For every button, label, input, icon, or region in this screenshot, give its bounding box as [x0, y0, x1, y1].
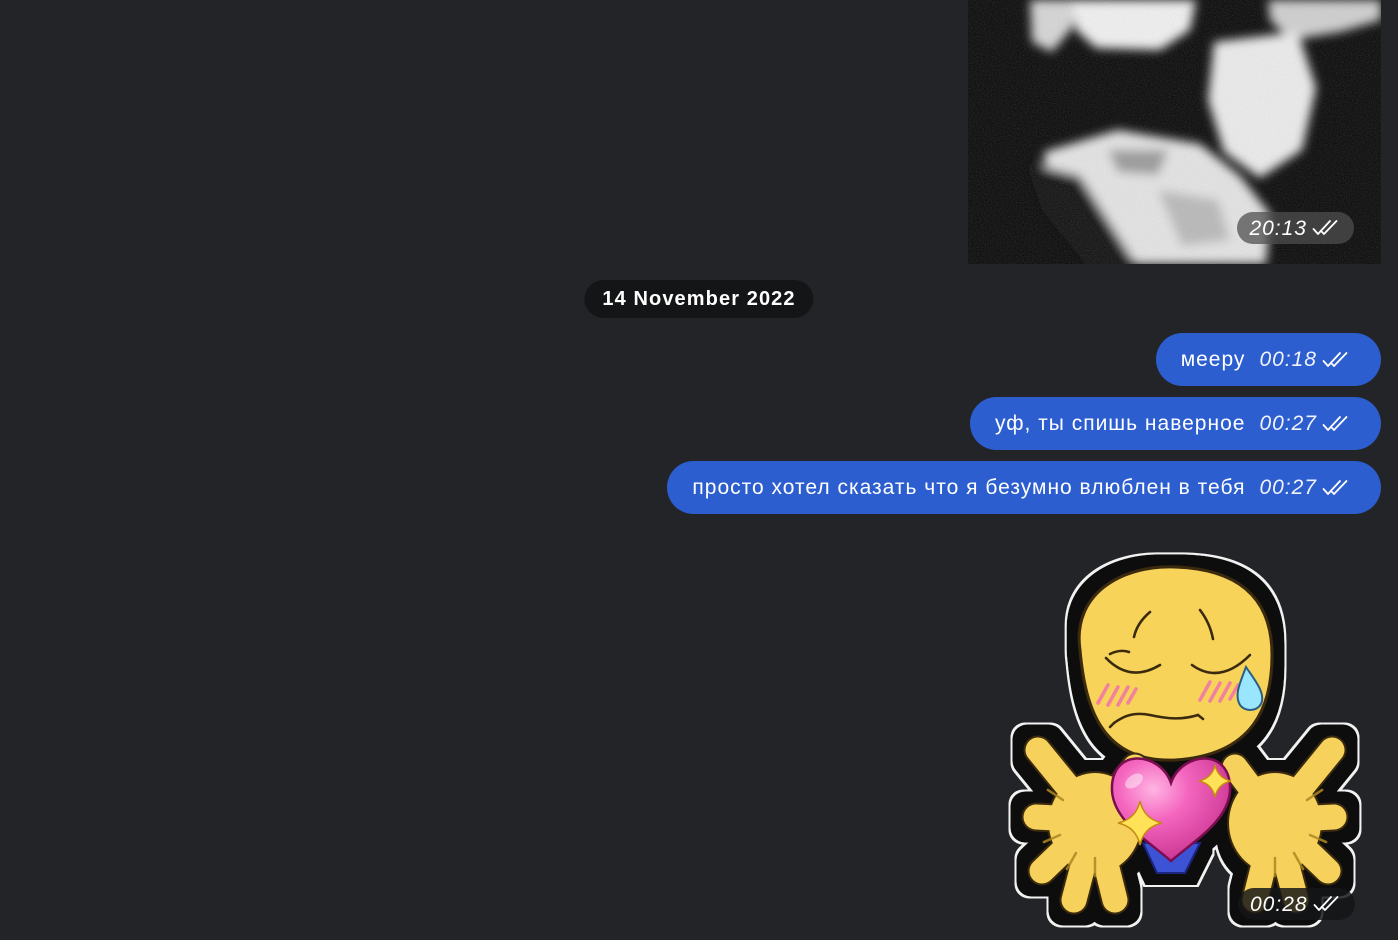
- double-check-icon: [1313, 896, 1338, 911]
- date-separator-label: 14 November 2022: [602, 288, 796, 310]
- double-check-icon: [1312, 220, 1338, 235]
- photo-timestamp-badge: 20:13: [1237, 212, 1354, 244]
- sticker-image[interactable]: [1010, 555, 1355, 925]
- message-time: 00:28: [1250, 892, 1308, 916]
- message-bubble[interactable]: просто хотел сказать что я безумно влюбл…: [667, 461, 1381, 514]
- message-text: мееру: [1180, 348, 1246, 371]
- message-text: уф, ты спишь наверное: [994, 412, 1246, 435]
- message-time: 00:18: [1259, 348, 1317, 371]
- message-bubble[interactable]: уф, ты спишь наверное 00:27: [969, 397, 1381, 450]
- chat-area[interactable]: 20:13 14 November 2022 мееру 00:18 уф, т…: [0, 0, 1398, 940]
- message-text: просто хотел сказать что я безумно влюбл…: [692, 476, 1246, 499]
- sticker-head: [1077, 565, 1274, 762]
- double-check-icon: [1322, 351, 1348, 367]
- message-time: 00:27: [1259, 476, 1317, 499]
- date-separator: 14 November 2022: [584, 280, 814, 318]
- sticker-timestamp-badge: 00:28: [1238, 888, 1355, 920]
- message-time: 20:13: [1249, 216, 1307, 240]
- double-check-icon: [1322, 479, 1348, 495]
- sticker-message[interactable]: 00:28: [1010, 555, 1355, 925]
- message-bubble[interactable]: мееру 00:18: [1155, 333, 1381, 386]
- photo-message[interactable]: 20:13: [968, 0, 1381, 264]
- double-check-icon: [1322, 415, 1348, 431]
- message-time: 00:27: [1259, 412, 1317, 435]
